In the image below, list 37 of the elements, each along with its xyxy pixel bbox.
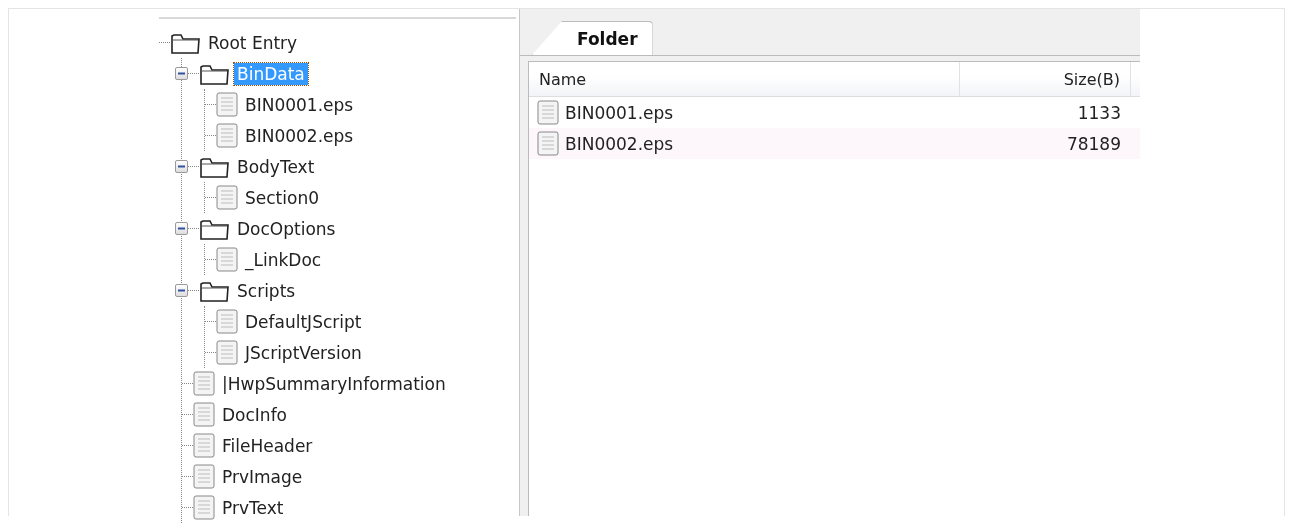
tree-item[interactable]: _LinkDoc	[242, 248, 325, 271]
file-size: 78189	[1065, 133, 1122, 154]
tree-item[interactable]: FileHeader	[219, 434, 316, 457]
minus-icon	[178, 287, 185, 294]
tree-item[interactable]: DefaultJScript	[242, 310, 365, 333]
folder-icon	[199, 217, 230, 240]
tree-item[interactable]: BIN0002.eps	[242, 124, 357, 147]
tree-item[interactable]: JScriptVersion	[242, 341, 365, 364]
tree-item[interactable]: Root Entry	[205, 31, 301, 54]
tab[interactable]: Folder	[532, 21, 653, 55]
folder-icon	[199, 155, 230, 178]
tree-item[interactable]: BIN0001.eps	[242, 93, 357, 116]
tree-item[interactable]: Section0	[242, 186, 322, 209]
folder-icon	[199, 279, 230, 302]
file-name: BIN0002.eps	[565, 133, 674, 154]
column-header[interactable]: Size(B)	[959, 62, 1131, 96]
minus-icon	[178, 163, 185, 170]
tree-item[interactable]: DocInfo	[219, 403, 290, 426]
minus-icon	[178, 225, 185, 232]
folder-icon	[170, 31, 201, 54]
collapse-button[interactable]	[175, 284, 188, 297]
collapse-button[interactable]	[175, 222, 188, 235]
collapse-button[interactable]	[175, 67, 188, 80]
tree-item[interactable]: BodyText	[234, 155, 318, 178]
tree-item[interactable]: |HwpSummaryInformation	[219, 372, 449, 395]
tree-item[interactable]: PrvText	[219, 496, 287, 519]
folder-icon	[199, 62, 230, 85]
file-name: BIN0001.eps	[565, 102, 674, 123]
document-icon	[537, 131, 559, 156]
collapse-button[interactable]	[175, 160, 188, 173]
tree-item[interactable]: DocOptions	[234, 217, 339, 240]
minus-icon	[178, 70, 185, 77]
tree-item[interactable]: Scripts	[234, 279, 299, 302]
document-icon	[537, 100, 559, 125]
tree-item[interactable]: PrvImage	[219, 465, 306, 488]
column-header[interactable]: Name	[529, 62, 959, 96]
file-size: 1133	[1076, 102, 1122, 123]
